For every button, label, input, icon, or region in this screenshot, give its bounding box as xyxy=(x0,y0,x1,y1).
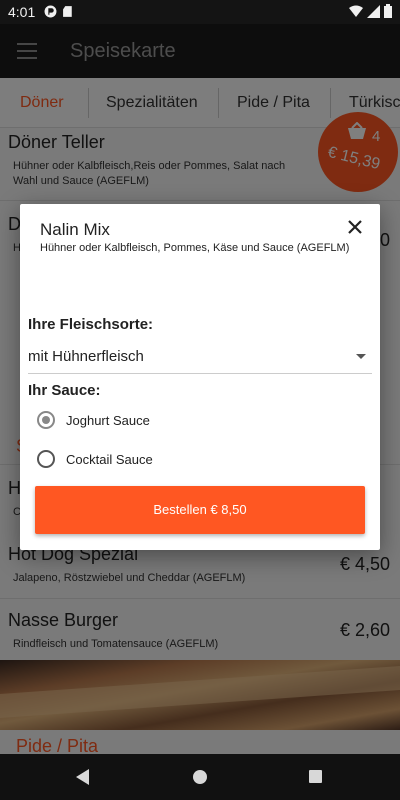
sauce-option-cocktail[interactable]: Cocktail Sauce xyxy=(37,448,153,470)
home-icon[interactable] xyxy=(193,770,207,784)
status-bar: 4:01 xyxy=(0,0,400,24)
signal-icon xyxy=(367,4,380,18)
status-right xyxy=(349,4,392,18)
sauce-label: Ihr Sauce: xyxy=(28,382,101,399)
back-icon[interactable] xyxy=(76,769,89,785)
sauce-option-label: Joghurt Sauce xyxy=(66,412,150,428)
radio-unselected-icon[interactable] xyxy=(37,450,55,468)
recent-apps-icon[interactable] xyxy=(309,770,322,783)
sd-card-icon xyxy=(63,6,72,17)
sauce-option-joghurt[interactable]: Joghurt Sauce xyxy=(37,409,150,431)
order-button[interactable]: Bestellen € 8,50 xyxy=(35,486,365,534)
product-options-dialog: Nalin Mix Hühner oder Kalbfleisch, Pomme… xyxy=(20,204,380,550)
radio-selected-icon[interactable] xyxy=(37,411,55,429)
system-nav-bar xyxy=(0,754,400,800)
close-icon[interactable] xyxy=(346,218,364,236)
sauce-option-label: Cocktail Sauce xyxy=(66,451,153,467)
meat-select[interactable]: mit Hühnerfleisch xyxy=(28,344,372,374)
battery-icon xyxy=(384,4,392,18)
wifi-icon xyxy=(349,5,363,17)
dropdown-arrow-icon xyxy=(356,354,366,359)
dialog-title: Nalin Mix xyxy=(40,220,110,239)
meat-select-value: mit Hühnerfleisch xyxy=(28,348,144,365)
status-time: 4:01 xyxy=(8,4,36,20)
meat-label: Ihre Fleischsorte: xyxy=(28,316,154,333)
dialog-subtitle: Hühner oder Kalbfleisch, Pommes, Käse un… xyxy=(40,242,350,254)
notification-icon xyxy=(44,5,57,18)
